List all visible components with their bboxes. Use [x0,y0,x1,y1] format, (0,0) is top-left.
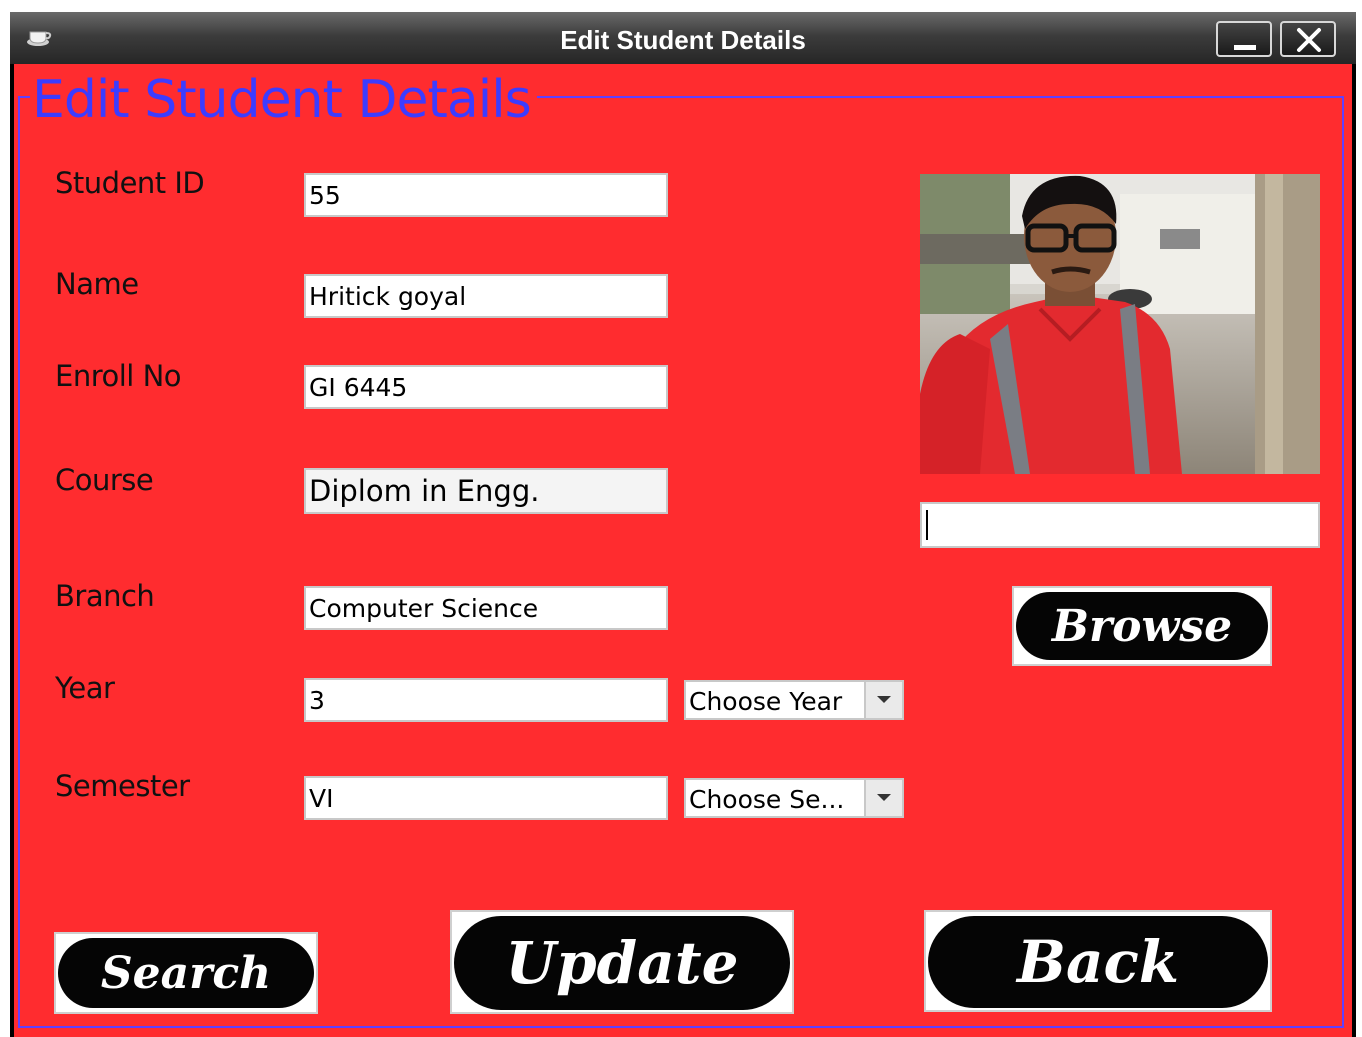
course-label: Course [55,463,154,497]
search-button-label: Search [58,938,314,1008]
photo-path-field[interactable] [920,502,1320,548]
minimize-button[interactable] [1216,21,1272,57]
browse-button-label: Browse [1016,592,1268,660]
back-button-label: Back [928,916,1268,1008]
name-field[interactable]: Hritick goyal [304,274,668,318]
update-button[interactable]: Update [450,910,794,1014]
text-cursor [926,510,928,540]
title-bar[interactable]: Edit Student Details [10,12,1356,64]
browse-button[interactable]: Browse [1012,586,1272,666]
year-combo-value: Choose Year [689,687,843,716]
back-button[interactable]: Back [924,910,1272,1012]
close-icon [1297,28,1321,52]
close-button[interactable] [1280,21,1336,57]
semester-combo-arrow[interactable] [864,780,902,816]
semester-combo-value: Choose Se... [689,785,845,814]
year-label: Year [55,671,115,705]
enroll-no-field[interactable]: GI 6445 [304,365,668,409]
branch-field[interactable]: Computer Science [304,586,668,630]
year-combo[interactable]: Choose Year [684,680,904,720]
branch-label: Branch [55,579,155,613]
name-label: Name [55,267,139,301]
window-title: Edit Student Details [560,25,806,55]
chevron-down-icon [877,696,891,703]
year-combo-arrow[interactable] [864,682,902,718]
semester-label: Semester [55,769,190,803]
student-id-field[interactable]: 55 [304,173,668,217]
form-panel: Edit Student Details Student ID Name Enr… [14,64,1352,1037]
student-photo [920,174,1320,474]
application-window: Edit Student Details Edit Student Detail… [10,12,1356,1037]
chevron-down-icon [877,794,891,801]
semester-field[interactable]: VI [304,776,668,820]
course-field[interactable]: Diplom in Engg. [304,468,668,514]
semester-combo[interactable]: Choose Se... [684,778,904,818]
enroll-no-label: Enroll No [55,359,182,393]
update-button-label: Update [454,916,790,1010]
year-field[interactable]: 3 [304,678,668,722]
minimize-icon [1234,45,1256,50]
form-heading: Edit Student Details [30,68,537,132]
student-id-label: Student ID [55,166,205,200]
search-button[interactable]: Search [54,932,318,1014]
